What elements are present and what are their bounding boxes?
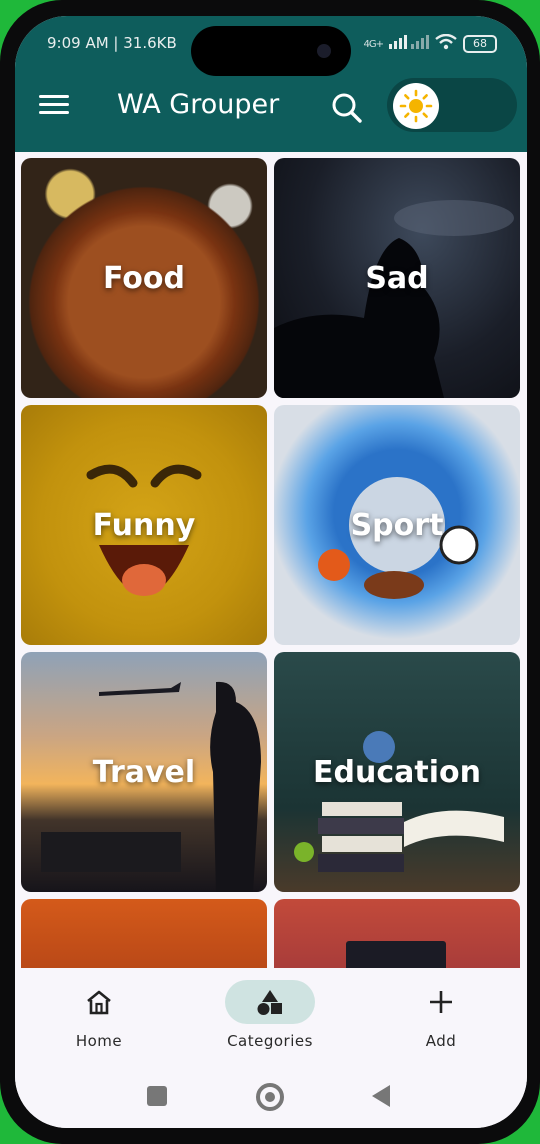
camera-icon <box>317 44 331 58</box>
category-label: Education <box>313 754 481 790</box>
app-title: WA Grouper <box>117 89 280 120</box>
category-tile-funny[interactable]: Funny <box>21 405 267 645</box>
wifi-icon <box>435 33 457 54</box>
category-label: Sport <box>350 507 444 543</box>
phone-frame: 9:09 AM | 31.6KB 4G+ 68 WA Grouper Food … <box>0 0 540 1144</box>
nav-home-label: Home <box>75 1032 123 1050</box>
laptop-image <box>346 941 446 968</box>
category-label: Travel <box>92 754 196 790</box>
category-tile[interactable] <box>21 899 267 968</box>
category-tile-education[interactable]: Education <box>274 652 520 892</box>
home-icon <box>54 980 144 1024</box>
category-label: Sad <box>365 260 429 296</box>
nav-categories-label: Categories <box>227 1032 313 1050</box>
nav-categories[interactable]: Categories <box>210 980 330 1070</box>
nav-home[interactable]: Home <box>39 980 159 1070</box>
app-screen: 9:09 AM | 31.6KB 4G+ 68 WA Grouper Food … <box>15 16 527 1128</box>
nav-add-label: Add <box>425 1032 457 1050</box>
menu-icon[interactable] <box>37 90 71 120</box>
category-tile[interactable] <box>274 899 520 968</box>
nav-add[interactable]: Add <box>381 980 501 1070</box>
recents-button[interactable] <box>147 1086 167 1106</box>
category-tile-sad[interactable]: Sad <box>274 158 520 398</box>
sun-icon <box>393 83 439 129</box>
plus-icon <box>396 980 486 1024</box>
battery-icon: 68 <box>463 35 497 53</box>
search-icon[interactable] <box>327 88 367 128</box>
category-tile-food[interactable]: Food <box>21 158 267 398</box>
category-grid: Food Sad Funny Sport Travel Education <box>21 158 521 968</box>
signal-icon <box>389 35 429 53</box>
top-app-bar: 9:09 AM | 31.6KB 4G+ 68 WA Grouper <box>15 16 527 152</box>
category-tile-sport[interactable]: Sport <box>274 405 520 645</box>
home-system-button[interactable] <box>256 1083 284 1111</box>
theme-toggle[interactable] <box>387 78 517 132</box>
category-label: Food <box>103 260 185 296</box>
category-tile-travel[interactable]: Travel <box>21 652 267 892</box>
shapes-icon <box>225 980 315 1024</box>
category-label: Funny <box>92 507 196 543</box>
network-type: 4G+ <box>363 38 384 50</box>
app-toolbar: WA Grouper <box>15 76 527 136</box>
status-time: 9:09 AM | 31.6KB <box>47 34 177 52</box>
system-navigation-bar <box>15 1076 527 1116</box>
back-button[interactable] <box>372 1085 390 1107</box>
status-icons: 4G+ 68 <box>363 33 497 54</box>
camera-notch <box>191 26 351 76</box>
